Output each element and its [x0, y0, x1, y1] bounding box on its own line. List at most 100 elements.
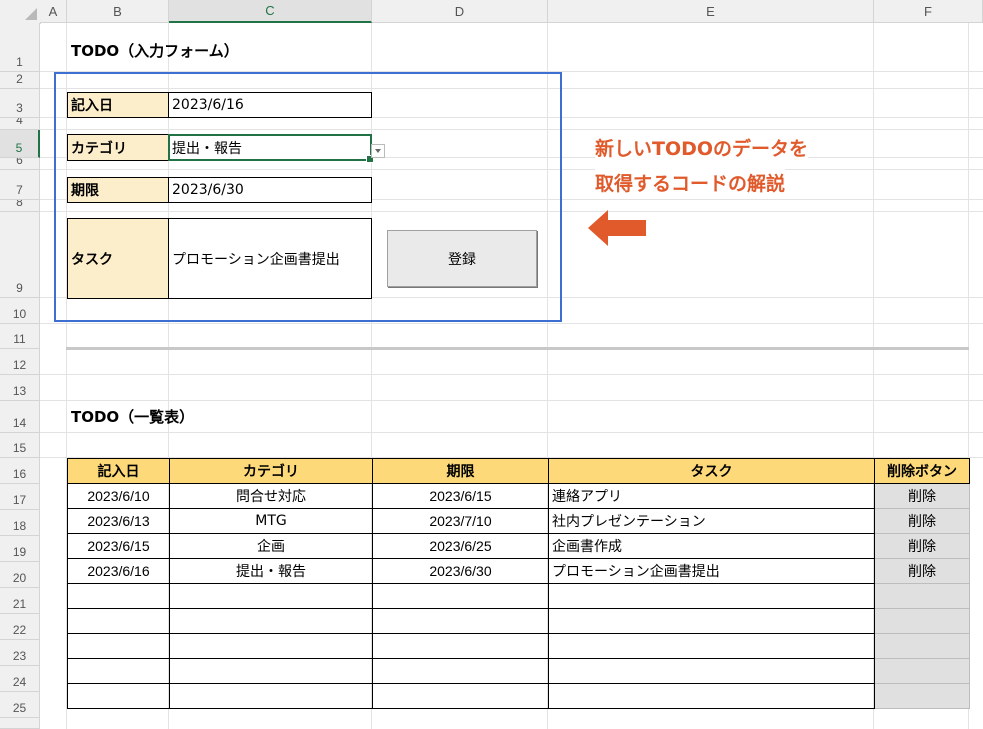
delete-button[interactable]: 削除	[874, 533, 970, 559]
empty-delete-cell[interactable]	[874, 633, 970, 659]
empty-delete-cell[interactable]	[874, 583, 970, 609]
row-header-1[interactable]: 1	[0, 23, 40, 72]
empty-cell[interactable]	[548, 633, 875, 659]
empty-cell[interactable]	[548, 608, 875, 634]
row-header-4[interactable]: 4	[0, 118, 40, 130]
row-header-2[interactable]: 2	[0, 72, 40, 89]
cell-category[interactable]: 提出・報告	[169, 558, 373, 584]
header-task: タスク	[548, 458, 875, 484]
cell-deadline[interactable]: 2023/6/15	[372, 483, 549, 509]
row-header-21[interactable]: 21	[0, 588, 40, 614]
column-header-d[interactable]: D	[372, 0, 548, 23]
cell-deadline[interactable]: 2023/6/25	[372, 533, 549, 559]
empty-cell[interactable]	[372, 583, 549, 609]
cell-deadline[interactable]: 2023/7/10	[372, 508, 549, 534]
row-header-20[interactable]: 20	[0, 562, 40, 588]
cell-task[interactable]: 社内プレゼンテーション	[548, 508, 875, 534]
empty-cell[interactable]	[169, 658, 373, 684]
row-header-6[interactable]: 6	[0, 158, 40, 170]
left-arrow-icon	[588, 210, 646, 246]
cell-category[interactable]: 問合せ対応	[169, 483, 373, 509]
empty-delete-cell[interactable]	[874, 658, 970, 684]
gridline	[40, 323, 983, 324]
row-header-22[interactable]: 22	[0, 614, 40, 640]
select-all-corner[interactable]	[0, 0, 41, 24]
row-header-12[interactable]: 12	[0, 349, 40, 375]
cell-task[interactable]: 連絡アプリ	[548, 483, 875, 509]
table-header-row: 記入日 カテゴリ 期限 タスク 削除ボタン	[67, 458, 970, 484]
row-header-13[interactable]: 13	[0, 375, 40, 401]
table-row: 2023/6/16 提出・報告 2023/6/30 プロモーション企画書提出 削…	[67, 558, 970, 584]
empty-cell[interactable]	[169, 633, 373, 659]
empty-cell[interactable]	[169, 583, 373, 609]
gridline	[40, 400, 983, 401]
cell-task[interactable]: 企画書作成	[548, 533, 875, 559]
empty-delete-cell[interactable]	[874, 608, 970, 634]
empty-cell[interactable]	[372, 633, 549, 659]
cell-date[interactable]: 2023/6/10	[67, 483, 170, 509]
cell-date[interactable]: 2023/6/15	[67, 533, 170, 559]
empty-cell[interactable]	[548, 658, 875, 684]
annotation-line-1: 新しいTODOのデータを	[595, 134, 809, 161]
empty-cell[interactable]	[548, 583, 875, 609]
cell-category[interactable]: 企画	[169, 533, 373, 559]
cell-deadline[interactable]: 2023/6/30	[372, 558, 549, 584]
empty-cell[interactable]	[169, 683, 373, 709]
row-header-23[interactable]: 23	[0, 640, 40, 666]
row-header-14[interactable]: 14	[0, 401, 40, 433]
empty-delete-cell[interactable]	[874, 683, 970, 709]
column-header-f[interactable]: F	[874, 0, 983, 23]
select-all-triangle-icon	[25, 8, 37, 20]
row-header-16[interactable]: 16	[0, 458, 40, 484]
row-header-7[interactable]: 7	[0, 170, 40, 200]
column-header-c[interactable]: C	[169, 0, 372, 23]
cell-date[interactable]: 2023/6/13	[67, 508, 170, 534]
delete-button[interactable]: 削除	[874, 483, 970, 509]
empty-cell[interactable]	[67, 658, 170, 684]
empty-table-row	[67, 583, 970, 609]
empty-cell[interactable]	[67, 608, 170, 634]
row-header-19[interactable]: 19	[0, 536, 40, 562]
cell-task[interactable]: プロモーション企画書提出	[548, 558, 875, 584]
row-header-5[interactable]: 5	[0, 130, 40, 158]
empty-cell[interactable]	[169, 608, 373, 634]
row-header-15[interactable]: 15	[0, 433, 40, 458]
table-row: 2023/6/15 企画 2023/6/25 企画書作成 削除	[67, 533, 970, 559]
row-header-26-partial[interactable]	[0, 718, 40, 729]
row-header-8[interactable]: 8	[0, 200, 40, 212]
row-header-11[interactable]: 11	[0, 324, 40, 349]
empty-table-row	[67, 608, 970, 634]
column-header-e[interactable]: E	[548, 0, 874, 23]
row-header-3[interactable]: 3	[0, 89, 40, 118]
row-header-9[interactable]: 9	[0, 212, 40, 298]
gridline	[40, 374, 983, 375]
column-header-a[interactable]: A	[40, 0, 67, 23]
row-header-18[interactable]: 18	[0, 510, 40, 536]
empty-table-row	[67, 633, 970, 659]
cell-category[interactable]: MTG	[169, 508, 373, 534]
empty-cell[interactable]	[372, 658, 549, 684]
delete-button[interactable]: 削除	[874, 558, 970, 584]
todo-table: 記入日 カテゴリ 期限 タスク 削除ボタン 2023/6/10 問合せ対応 20…	[67, 458, 970, 709]
empty-cell[interactable]	[548, 683, 875, 709]
empty-cell[interactable]	[67, 683, 170, 709]
cell-date[interactable]: 2023/6/16	[67, 558, 170, 584]
empty-cell[interactable]	[67, 633, 170, 659]
annotation-line-2: 取得するコードの解説	[595, 169, 786, 196]
empty-cell[interactable]	[67, 583, 170, 609]
delete-button[interactable]: 削除	[874, 508, 970, 534]
empty-cell[interactable]	[372, 683, 549, 709]
form-highlight-frame	[54, 72, 562, 322]
row-header-17[interactable]: 17	[0, 484, 40, 510]
row-header-25[interactable]: 25	[0, 692, 40, 718]
empty-table-row	[67, 658, 970, 684]
header-deadline: 期限	[372, 458, 549, 484]
list-title: TODO（一覧表）	[71, 408, 195, 426]
spreadsheet: A B C D E F 1 2 3 4 5 6 7 8 9 10 11 12 1…	[0, 0, 983, 729]
row-header-10[interactable]: 10	[0, 298, 40, 324]
empty-cell[interactable]	[372, 608, 549, 634]
column-header-b[interactable]: B	[67, 0, 169, 23]
section-separator	[66, 347, 969, 350]
row-header-24[interactable]: 24	[0, 666, 40, 692]
header-category: カテゴリ	[169, 458, 373, 484]
